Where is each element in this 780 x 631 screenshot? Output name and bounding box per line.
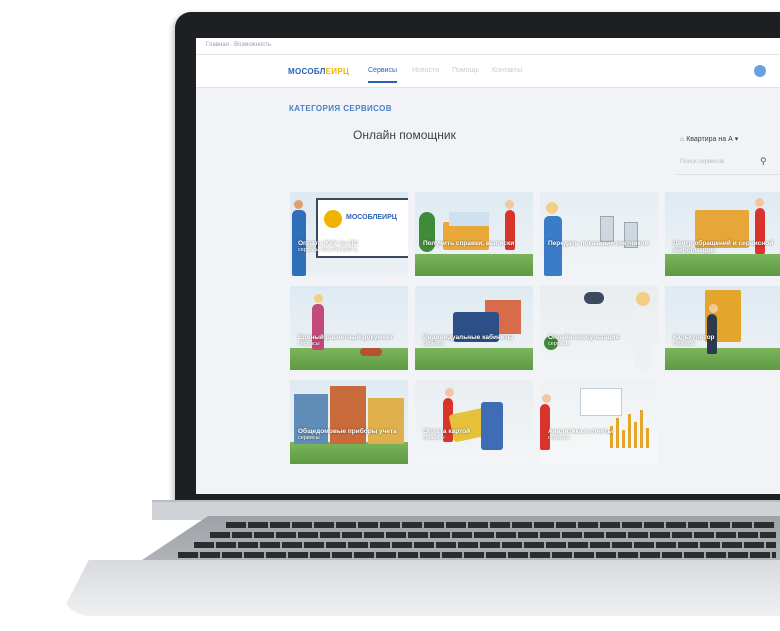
service-tile[interactable]: Аналитика и отчеты сервисы bbox=[540, 380, 658, 464]
tile-subtitle: сервисы bbox=[298, 341, 320, 348]
service-tile[interactable]: Центр обращений и сервисной информации bbox=[665, 192, 780, 276]
address-filter[interactable]: ⌂ Квартира на А ▾ bbox=[680, 135, 738, 143]
sun-emblem bbox=[324, 210, 342, 228]
person-head bbox=[445, 388, 454, 397]
tile-ground bbox=[290, 442, 408, 464]
category-label: КАТЕГОРИЯ СЕРВИСОВ bbox=[289, 104, 392, 113]
person-head bbox=[294, 200, 303, 209]
key-row bbox=[210, 532, 776, 538]
key-row bbox=[194, 542, 776, 548]
key-row bbox=[178, 552, 776, 558]
service-tile[interactable]: Получить справки, выписки bbox=[415, 192, 533, 276]
dog-illustration bbox=[360, 348, 382, 356]
tile-title: Индивидуальные кабинеты bbox=[423, 334, 514, 341]
tile-label: Единый расчетный документ сервисы bbox=[298, 334, 402, 348]
nav-item-contacts[interactable]: Контакты bbox=[492, 67, 522, 74]
search-field[interactable]: Поиск сервисов ⚲ bbox=[676, 152, 780, 175]
service-tile[interactable]: МОСОБЛЕИРЦ Оплата ЖКУ по ЛС сервисы МосОб… bbox=[290, 192, 408, 276]
tile-title: Общедомовые приборы учета bbox=[298, 428, 397, 435]
tile-ground bbox=[665, 254, 780, 276]
nav-item-help[interactable]: Помощь bbox=[452, 67, 479, 74]
tile-title: Центр обращений и сервисной информации bbox=[673, 240, 774, 255]
person-head bbox=[314, 294, 323, 303]
tile-title: Оплата картой bbox=[423, 428, 471, 435]
service-tile[interactable]: Передать показания счетчиков bbox=[540, 192, 658, 276]
breadcrumb[interactable]: Главная · Возможность bbox=[206, 42, 271, 48]
tile-label: Центр обращений и сервисной информации bbox=[673, 240, 777, 255]
tile-label: Калькулятор сервисы bbox=[673, 334, 777, 348]
logo-part-1: МОСОБЛ bbox=[288, 67, 326, 76]
tile-title: Онлайн-консультация bbox=[548, 334, 620, 341]
search-icon[interactable]: ⚲ bbox=[760, 156, 767, 167]
tile-label: Онлайн-консультация сервисы bbox=[548, 334, 652, 348]
mini-logo: МОСОБЛЕИРЦ bbox=[346, 214, 397, 221]
nav-item-services[interactable]: Сервисы bbox=[368, 67, 398, 83]
nav-item-news[interactable]: Новости bbox=[412, 67, 439, 74]
tile-subtitle: сервисы bbox=[673, 341, 695, 348]
tile-label: Индивидуальные кабинеты сервисы bbox=[423, 334, 527, 348]
tile-subtitle: сервисы bbox=[298, 435, 320, 442]
tile-label: Общедомовые приборы учета сервисы bbox=[298, 428, 402, 442]
chevron-down-icon: ▾ bbox=[732, 136, 739, 143]
service-tile[interactable]: Индивидуальные кабинеты сервисы bbox=[415, 286, 533, 370]
tile-ground bbox=[665, 348, 780, 370]
tile-subtitle: сервисы МосОблЕИРЦ bbox=[298, 247, 358, 254]
person-head bbox=[542, 394, 551, 403]
user-avatar[interactable] bbox=[754, 65, 766, 77]
top-strip: Главная · Возможность bbox=[196, 38, 780, 55]
laptop-base bbox=[60, 500, 780, 620]
tile-label: Передать показания счетчиков bbox=[548, 240, 652, 247]
person-head bbox=[505, 200, 514, 209]
tile-subtitle: сервисы bbox=[548, 435, 570, 442]
tile-subtitle: сервисы bbox=[423, 341, 445, 348]
meter-illustration bbox=[600, 216, 614, 242]
person-head bbox=[755, 198, 764, 207]
address-filter-label: Квартира на А bbox=[686, 136, 733, 143]
document-illustration bbox=[449, 212, 489, 226]
key-row bbox=[226, 522, 776, 528]
top-nav: МОСОБЛЕИРЦ Сервисы Новости Помощь Контак… bbox=[196, 55, 780, 88]
service-tile[interactable]: Единый расчетный документ сервисы bbox=[290, 286, 408, 370]
tile-label: Оплата картой сервисы bbox=[423, 428, 527, 442]
tile-title: Оплата ЖКУ по ЛС bbox=[298, 240, 359, 247]
tile-label: Аналитика и отчеты сервисы bbox=[548, 428, 652, 442]
person-head bbox=[636, 292, 650, 306]
chat-bubble-icon bbox=[584, 292, 604, 304]
person-head bbox=[546, 202, 558, 214]
tile-subtitle: сервисы bbox=[423, 435, 445, 442]
service-tile[interactable]: Калькулятор сервисы bbox=[665, 286, 780, 370]
tile-title: Единый расчетный документ bbox=[298, 334, 393, 341]
laptop: Главная · Возможность МОСОБЛЕИРЦ Сервисы… bbox=[0, 0, 780, 631]
logo-part-2: ЕИРЦ bbox=[325, 67, 350, 76]
tile-title: Аналитика и отчеты bbox=[548, 428, 614, 435]
service-tile[interactable]: Общедомовые приборы учета сервисы bbox=[290, 380, 408, 464]
tile-ground bbox=[415, 254, 533, 276]
tile-title: Калькулятор bbox=[673, 334, 715, 341]
palm-rest bbox=[60, 560, 780, 616]
service-tile[interactable]: Онлайн-консультация сервисы bbox=[540, 286, 658, 370]
tile-ground bbox=[290, 348, 408, 370]
tile-label: Оплата ЖКУ по ЛС сервисы МосОблЕИРЦ bbox=[298, 240, 402, 254]
tile-subtitle: сервисы bbox=[548, 341, 570, 348]
phone-illustration bbox=[481, 402, 503, 450]
tile-ground bbox=[415, 348, 533, 370]
tile-title: Получить справки, выписки bbox=[423, 240, 515, 247]
person-figure bbox=[540, 404, 550, 450]
screen: Главная · Возможность МОСОБЛЕИРЦ Сервисы… bbox=[196, 38, 780, 494]
page-title: Онлайн помощник bbox=[353, 128, 456, 142]
service-tile[interactable]: Оплата картой сервисы bbox=[415, 380, 533, 464]
tile-title: Передать показания счетчиков bbox=[548, 240, 649, 247]
search-input[interactable]: Поиск сервисов bbox=[680, 159, 724, 165]
brand-logo[interactable]: МОСОБЛЕИРЦ bbox=[288, 67, 349, 76]
person-head bbox=[709, 304, 718, 313]
tile-label: Получить справки, выписки bbox=[423, 240, 527, 247]
